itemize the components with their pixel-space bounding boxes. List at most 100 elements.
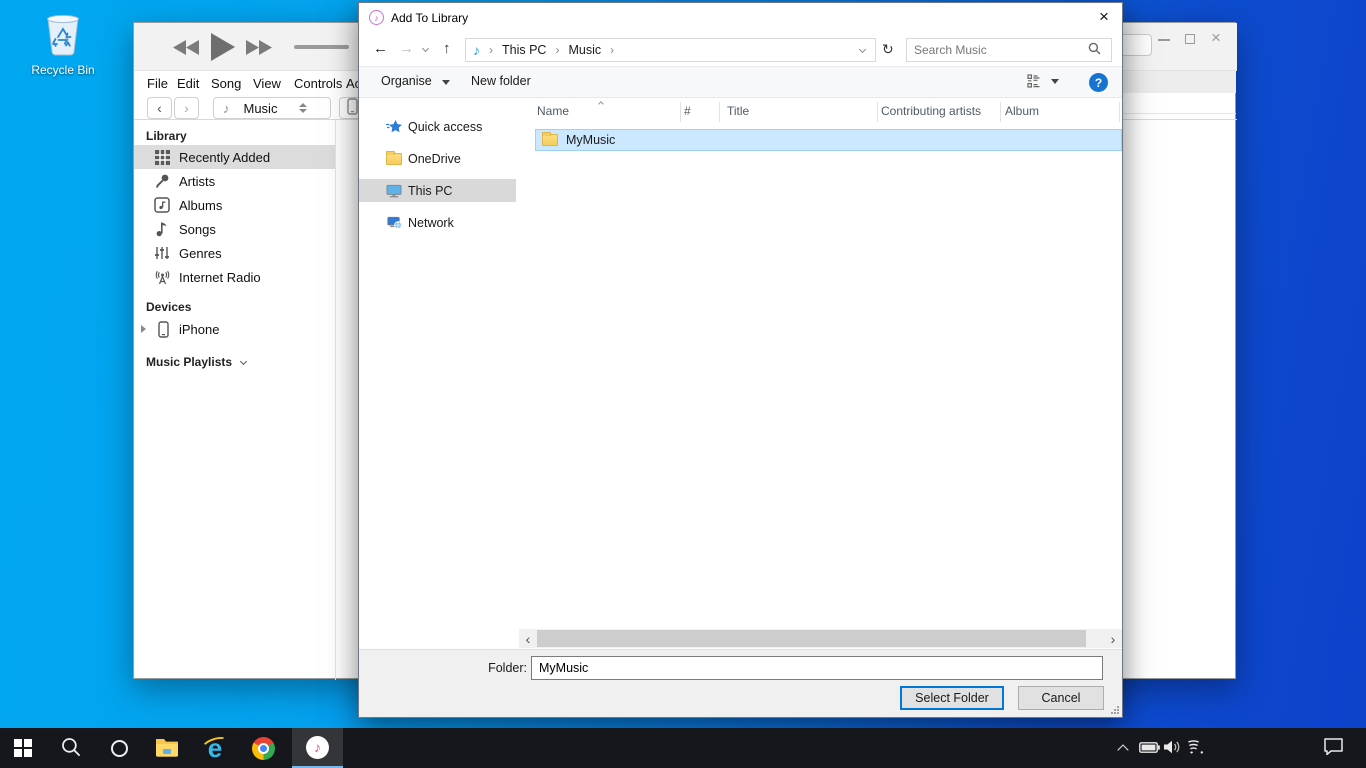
column-name[interactable]: Name (537, 104, 569, 118)
menu-view[interactable]: View (253, 76, 281, 91)
phone-icon (347, 98, 358, 118)
nav-onedrive[interactable]: OneDrive (359, 147, 516, 170)
grid-icon (153, 150, 171, 165)
iphone-icon (156, 321, 170, 338)
itunes-right-band (1122, 71, 1236, 93)
itunes-taskbar-button[interactable]: ♪ (292, 728, 343, 768)
radio-tower-icon (153, 269, 171, 285)
tray-show-hidden-button[interactable] (1108, 728, 1138, 768)
internet-explorer-button[interactable]: e (192, 728, 238, 768)
search-box[interactable] (906, 38, 1112, 62)
breadcrumb-separator-icon: › (610, 43, 614, 57)
breadcrumb-separator-icon: › (489, 43, 493, 57)
speaker-icon (1164, 740, 1182, 757)
scrollbar-thumb[interactable] (537, 630, 1086, 647)
address-bar[interactable]: ♪ › This PC › Music › (465, 38, 876, 62)
organise-button[interactable]: Organise (381, 74, 450, 88)
rewind-button[interactable] (173, 40, 200, 58)
dialog-footer: Folder: Select Folder Cancel (359, 649, 1122, 717)
itunes-close-button[interactable]: × (1211, 28, 1221, 48)
album-icon (153, 197, 171, 213)
nav-this-pc[interactable]: This PC (359, 179, 516, 202)
media-picker[interactable]: ♪ Music (213, 97, 331, 119)
view-caret-icon[interactable] (1051, 79, 1059, 84)
resize-grip-icon[interactable] (1110, 705, 1119, 714)
select-folder-button[interactable]: Select Folder (900, 686, 1004, 710)
volume-indicator[interactable] (1160, 728, 1186, 768)
sidebar-item-albums[interactable]: Albums (134, 193, 335, 217)
action-center-button[interactable] (1318, 728, 1348, 768)
chrome-button[interactable] (240, 728, 286, 768)
view-options-button[interactable] (1027, 74, 1044, 91)
chevron-up-icon (1117, 744, 1128, 755)
nav-network[interactable]: Network (359, 211, 516, 234)
recycle-bin-label: Recycle Bin (30, 63, 96, 77)
nav-back-button[interactable]: ← (373, 40, 388, 57)
windows-logo-icon (14, 739, 32, 757)
nav-forward-button[interactable]: → (399, 40, 414, 57)
picker-carets-icon (299, 103, 307, 113)
wifi-indicator[interactable] (1184, 728, 1210, 768)
microphone-icon (153, 173, 171, 189)
itunes-minimize-button[interactable] (1158, 39, 1170, 41)
cancel-button[interactable]: Cancel (1018, 686, 1104, 710)
sidebar-item-recently-added[interactable]: Recently Added (134, 145, 335, 169)
music-playlists-header[interactable]: Music Playlists (146, 355, 246, 369)
file-explorer-button[interactable] (144, 728, 190, 768)
folder-icon (542, 134, 558, 146)
recent-locations-chevron-icon[interactable] (422, 45, 429, 52)
chrome-icon (252, 737, 275, 760)
sidebar-item-songs[interactable]: Songs (134, 217, 335, 241)
column-number[interactable]: # (684, 104, 691, 118)
scroll-right-arrow[interactable]: › (1104, 629, 1122, 648)
address-dropdown-chevron-icon[interactable] (859, 46, 866, 53)
sidebar-item-genres[interactable]: Genres (134, 241, 335, 265)
volume-slider[interactable] (294, 45, 349, 49)
folder-name-input[interactable] (531, 656, 1103, 680)
start-button[interactable] (0, 728, 46, 768)
itunes-sidebar-divider (335, 120, 336, 680)
fast-forward-button[interactable] (246, 40, 273, 58)
sidebar-item-internet-radio[interactable]: Internet Radio (134, 265, 335, 289)
itunes-maximize-button[interactable] (1185, 34, 1195, 44)
breadcrumb-music[interactable]: Music (568, 43, 601, 57)
itunes-icon: ♪ (306, 736, 329, 759)
sidebar-item-iphone[interactable]: iPhone (134, 317, 335, 341)
scroll-left-arrow[interactable]: ‹ (519, 629, 537, 648)
help-button[interactable]: ? (1089, 73, 1108, 92)
sidebar-item-artists[interactable]: Artists (134, 169, 335, 193)
nav-quick-access[interactable]: Quick access (359, 115, 516, 138)
search-input[interactable] (914, 43, 1086, 57)
wifi-icon (1188, 740, 1206, 757)
dialog-close-button[interactable]: × (1099, 7, 1109, 27)
itunes-back-button[interactable]: ‹ (147, 97, 172, 119)
refresh-button[interactable]: ↻ (882, 41, 894, 58)
taskbar-search-button[interactable] (48, 728, 94, 768)
menu-file[interactable]: File (147, 76, 168, 91)
play-button[interactable] (210, 33, 235, 64)
dialog-title: Add To Library (391, 11, 468, 25)
action-center-icon (1324, 738, 1343, 758)
menu-controls[interactable]: Controls (294, 76, 342, 91)
itunes-forward-button[interactable]: › (174, 97, 199, 119)
horizontal-scrollbar[interactable]: ‹ › (519, 629, 1122, 648)
cortana-button[interactable] (96, 728, 142, 768)
menu-song[interactable]: Song (211, 76, 241, 91)
new-folder-button[interactable]: New folder (471, 74, 531, 88)
column-title[interactable]: Title (727, 104, 749, 118)
nav-up-button[interactable]: ↑ (443, 40, 451, 57)
recycle-bin-icon (38, 46, 88, 61)
this-pc-monitor-icon (386, 184, 402, 198)
expander-icon[interactable] (141, 325, 146, 333)
column-contributing-artists[interactable]: Contributing artists (881, 104, 981, 118)
breadcrumb-separator-icon: › (555, 43, 559, 57)
recycle-bin[interactable]: Recycle Bin (30, 8, 96, 77)
breadcrumb-this-pc[interactable]: This PC (502, 43, 546, 57)
menu-edit[interactable]: Edit (177, 76, 199, 91)
file-row-mymusic[interactable]: MyMusic (535, 129, 1122, 151)
column-album[interactable]: Album (1005, 104, 1039, 118)
picker-value: Music (244, 101, 278, 116)
music-note-icon (153, 221, 171, 237)
chevron-down-icon (240, 358, 247, 365)
battery-indicator[interactable] (1136, 728, 1162, 768)
